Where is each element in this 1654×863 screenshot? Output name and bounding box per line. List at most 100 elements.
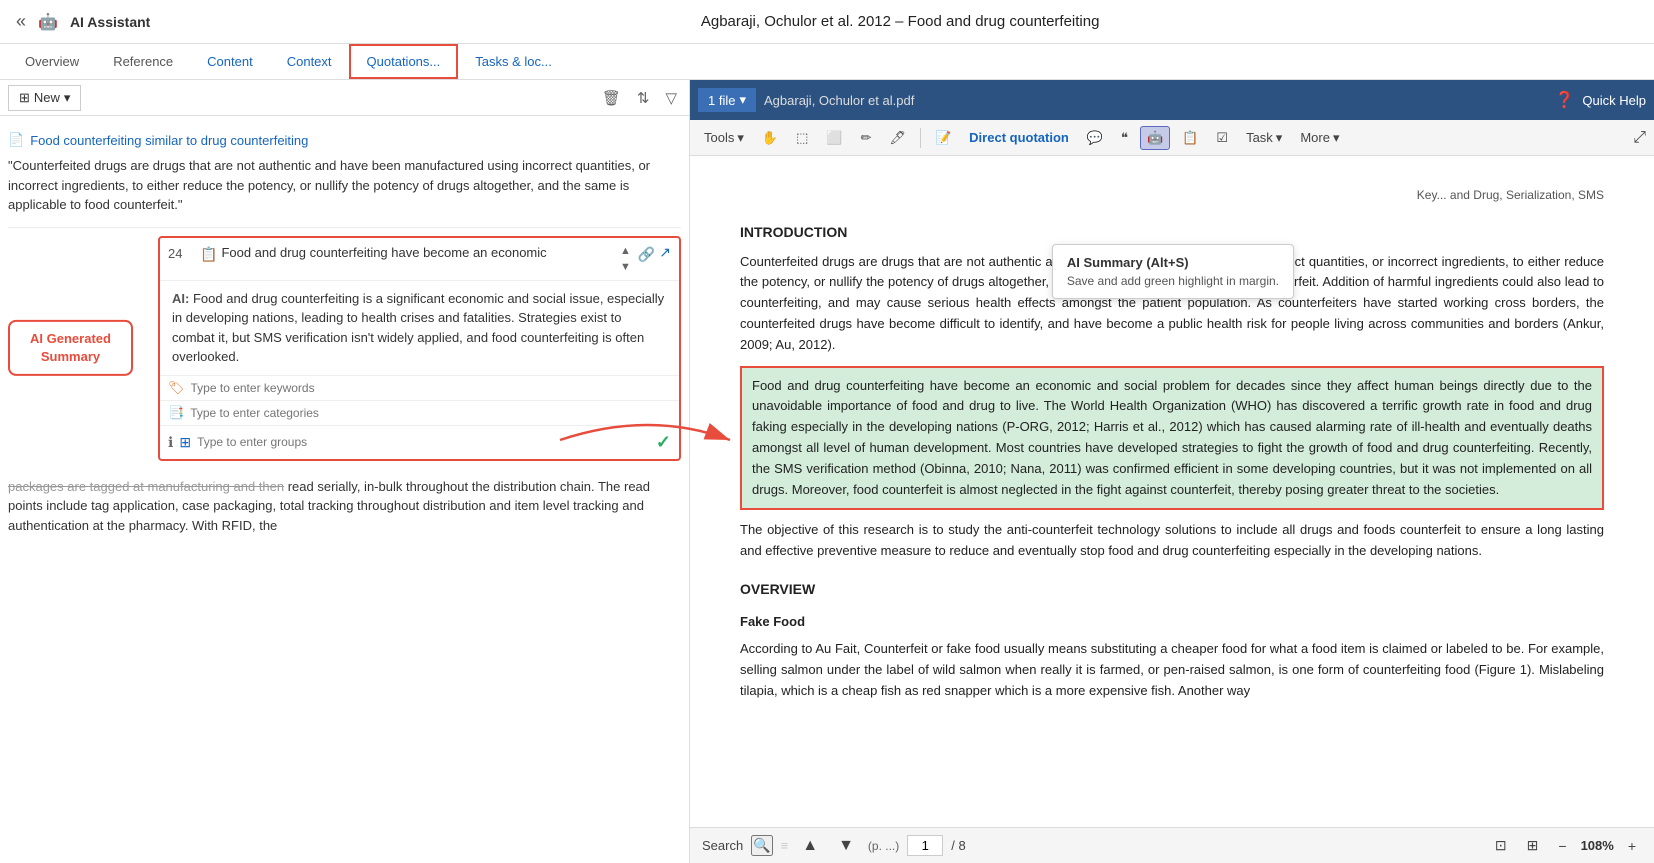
- separator-1: [920, 128, 921, 148]
- fakefood-subtitle: Fake Food: [740, 612, 1604, 633]
- scroll-down-btn[interactable]: ▼: [617, 260, 634, 274]
- note-tool[interactable]: 📝: [929, 127, 957, 149]
- left-toolbar: ⊞ New ▾ 🗑 ⇅ ▽: [0, 80, 689, 116]
- bottom-quote-entry: packages are tagged at manufacturing and…: [8, 469, 681, 544]
- quote-title: Food and drug counterfeiting have become…: [221, 244, 613, 262]
- tab-content[interactable]: Content: [190, 44, 270, 79]
- task-button[interactable]: Task ▾: [1240, 127, 1288, 149]
- filter-icon[interactable]: ▽: [661, 87, 681, 109]
- area-tool[interactable]: ⬜: [820, 127, 848, 149]
- categories-icon: 📑: [168, 405, 184, 421]
- search-label: Search: [702, 838, 743, 853]
- new-dropdown-icon: ▾: [64, 90, 71, 106]
- tab-overview[interactable]: Overview: [8, 44, 96, 79]
- link-icon[interactable]: 🔗: [638, 244, 655, 263]
- tab-reference[interactable]: Reference: [96, 44, 190, 79]
- confirm-check-icon[interactable]: ✓: [656, 432, 671, 453]
- quote-type-icon: 📋: [200, 244, 217, 263]
- file-dropdown-icon: ▾: [739, 92, 746, 108]
- keywords-row: 🏷: [160, 376, 679, 401]
- memo-btn[interactable]: 📋: [1176, 127, 1204, 149]
- fit-page-btn[interactable]: ⊡: [1489, 835, 1513, 856]
- left-content: 📄 Food counterfeiting similar to drug co…: [0, 116, 689, 863]
- ai-assistant-icon: 🤖: [38, 12, 58, 32]
- search-button[interactable]: 🔍: [751, 835, 772, 856]
- help-icon: ❓: [1555, 90, 1575, 110]
- title-bar: « 🤖 AI Assistant Agbaraji, Ochulor et al…: [0, 0, 1654, 44]
- hand-tool[interactable]: ✋: [756, 127, 784, 149]
- chat-icon-btn[interactable]: 💬: [1081, 127, 1109, 149]
- more-dropdown-icon: ▾: [1333, 130, 1340, 146]
- pdf-tools-bar: Tools ▾ ✋ ⬚ ⬜ ✏ 🖊 📝 Direct quotation 💬 ❝…: [690, 120, 1654, 156]
- highlighted-text: Food and drug counterfeiting have become…: [752, 378, 1592, 497]
- pdf-wrapper: AI Summary (Alt+S) Save and add green hi…: [690, 156, 1654, 863]
- back-icon[interactable]: «: [16, 11, 26, 32]
- card-footer: ℹ ⊞ ✓: [160, 426, 679, 459]
- tools-label: Tools: [704, 130, 734, 145]
- more-button[interactable]: More ▾: [1294, 127, 1345, 149]
- tools-button[interactable]: Tools ▾: [698, 127, 750, 149]
- page-info: (p. ...): [868, 839, 899, 853]
- quote-card: 24 📋 Food and drug counterfeiting have b…: [158, 236, 681, 461]
- tab-quotations[interactable]: Quotations...: [349, 44, 459, 79]
- pdf-expand-button[interactable]: ⤢: [1633, 129, 1646, 147]
- select-tool[interactable]: ⬚: [790, 127, 814, 149]
- ai-assistant-label: AI Assistant: [70, 14, 150, 30]
- strikethrough-text: packages are tagged at manufacturing and…: [8, 479, 284, 494]
- left-panel: ⊞ New ▾ 🗑 ⇅ ▽ 📄 Food counterfeiting simi…: [0, 80, 690, 863]
- top-quote-entry: 📄 Food counterfeiting similar to drug co…: [8, 124, 681, 228]
- expand-icon[interactable]: ↗: [659, 244, 671, 261]
- pdf-bottom-bar: Search 🔍 ≡ ▲ ▼ (p. ...) / 8 ⊡ ⊞ − 108% +: [690, 827, 1654, 863]
- ai-summary-button[interactable]: 🤖: [1140, 126, 1170, 150]
- file-button[interactable]: 1 file ▾: [698, 88, 756, 112]
- zoom-level: 108%: [1581, 838, 1614, 853]
- new-icon: ⊞: [19, 90, 30, 106]
- ai-summary-tooltip: AI Summary (Alt+S) Save and add green hi…: [1052, 244, 1294, 299]
- pencil-tool[interactable]: ✏: [855, 127, 878, 149]
- highlighted-paragraph: Food and drug counterfeiting have become…: [740, 366, 1604, 511]
- task-dropdown-icon: ▾: [1276, 130, 1283, 146]
- fit-width-btn[interactable]: ⊞: [1521, 835, 1545, 856]
- tab-context[interactable]: Context: [270, 44, 349, 79]
- intro-title: INTRODUCTION: [740, 221, 1604, 243]
- zoom-out-btn[interactable]: −: [1552, 836, 1572, 856]
- checkbox-btn[interactable]: ☑: [1210, 127, 1234, 149]
- delete-icon[interactable]: 🗑: [598, 87, 625, 109]
- pdf-filename: Agbaraji, Ochulor et al.pdf: [764, 93, 1547, 108]
- new-button[interactable]: ⊞ New ▾: [8, 85, 81, 111]
- info-icon: ℹ: [168, 434, 173, 451]
- quote-number: 24: [168, 244, 196, 261]
- page-total: / 8: [951, 838, 965, 853]
- nav-separator: ≡: [781, 838, 789, 853]
- tools-dropdown-icon: ▾: [737, 130, 744, 146]
- main-layout: ⊞ New ▾ 🗑 ⇅ ▽ 📄 Food counterfeiting simi…: [0, 80, 1654, 863]
- quick-help-button[interactable]: Quick Help: [1582, 93, 1646, 108]
- quote-source-link[interactable]: 📄 Food counterfeiting similar to drug co…: [8, 132, 681, 148]
- sort-icon[interactable]: ⇅: [633, 87, 654, 109]
- fakefood-para: According to Au Fait, Counterfeit or fak…: [740, 639, 1604, 701]
- tooltip-description: Save and add green highlight in margin.: [1067, 274, 1279, 288]
- pdf-header: Key... and Drug, Serialization, SMS: [740, 186, 1604, 205]
- page-up-btn[interactable]: ▲: [796, 835, 824, 857]
- categories-input[interactable]: [190, 406, 671, 420]
- right-panel: 1 file ▾ Agbaraji, Ochulor et al.pdf ❓ Q…: [690, 80, 1654, 863]
- tab-bar: Overview Reference Content Context Quota…: [0, 44, 1654, 80]
- overview-title: OVERVIEW: [740, 578, 1604, 600]
- page-number-input[interactable]: [907, 835, 943, 856]
- page-down-btn[interactable]: ▼: [832, 835, 860, 857]
- pdf-top-toolbar: 1 file ▾ Agbaraji, Ochulor et al.pdf ❓ Q…: [690, 80, 1654, 120]
- highlight-tool[interactable]: 🖊: [883, 127, 912, 149]
- quote-icon-btn[interactable]: ❝: [1115, 127, 1134, 149]
- zoom-in-btn[interactable]: +: [1622, 836, 1642, 856]
- doc-title: Agbaraji, Ochulor et al. 2012 – Food and…: [162, 13, 1638, 30]
- tab-tasks[interactable]: Tasks & loc...: [458, 44, 569, 79]
- quote-ai-summary: AI: Food and drug counterfeiting is a si…: [160, 281, 679, 376]
- file-label: 1 file: [708, 93, 735, 108]
- tooltip-title: AI Summary (Alt+S): [1067, 255, 1279, 270]
- groups-icon: ⊞: [179, 434, 191, 451]
- groups-input[interactable]: [197, 435, 650, 449]
- direct-quotation-button[interactable]: Direct quotation: [963, 127, 1075, 148]
- keywords-input[interactable]: [191, 381, 671, 395]
- scroll-up-btn[interactable]: ▲: [617, 244, 634, 258]
- quote-card-header: 24 📋 Food and drug counterfeiting have b…: [160, 238, 679, 281]
